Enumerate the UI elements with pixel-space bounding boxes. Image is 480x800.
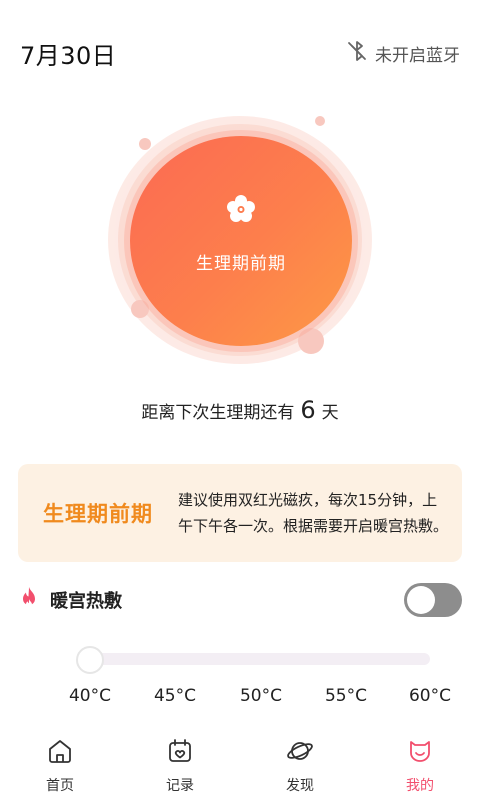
countdown-prefix: 距离下次生理期还有 <box>141 403 295 423</box>
advice-card-text: 建议使用双红光磁疚，每次15分钟，上午下午各一次。根据需要开启暖宫热敷。 <box>178 491 449 535</box>
decor-dot <box>315 116 325 126</box>
decor-dot <box>131 300 149 318</box>
advice-card: 生理期前期 建议使用双红光磁疚，每次15分钟，上午下午各一次。根据需要开启暖宫热… <box>18 464 462 562</box>
nav-label-home: 首页 <box>46 778 74 794</box>
advice-card-title: 生理期前期 <box>43 502 153 526</box>
planet-icon <box>286 737 314 769</box>
temperature-tick: 60°C <box>408 686 451 706</box>
temperature-tick: 40°C <box>68 686 111 706</box>
countdown-days: 6 <box>300 396 316 424</box>
countdown-suffix: 天 <box>321 403 339 423</box>
home-icon <box>46 737 74 769</box>
decor-dot <box>298 328 324 354</box>
flame-icon <box>18 586 40 614</box>
temperature-ticks: 40°C 45°C 50°C 55°C 60°C <box>0 686 480 710</box>
nav-item-profile[interactable]: 我的 <box>370 737 470 795</box>
profile-icon <box>406 737 434 769</box>
temperature-slider-track[interactable] <box>78 653 430 665</box>
nav-item-record[interactable]: 记录 <box>130 737 230 795</box>
nav-item-discover[interactable]: 发现 <box>250 737 350 795</box>
temperature-tick: 45°C <box>153 686 196 706</box>
bluetooth-off-icon <box>345 39 369 68</box>
app-screen: 7月30日 未开启蓝牙 生理期前期 距离下次生理期还有 6 天 生理期前期 建议… <box>0 0 480 800</box>
heat-label-group: 暖宫热敷 <box>18 586 122 614</box>
bluetooth-status-text: 未开启蓝牙 <box>375 45 460 66</box>
heat-toggle-knob <box>407 586 435 614</box>
heat-label: 暖宫热敷 <box>50 591 122 612</box>
bottom-nav: 首页 记录 发现 我的 <box>0 732 480 800</box>
cycle-phase-label: 生理期前期 <box>196 253 286 274</box>
bluetooth-status[interactable]: 未开启蓝牙 <box>345 39 460 68</box>
nav-label-discover: 发现 <box>286 778 314 794</box>
nav-label-record: 记录 <box>166 778 194 794</box>
heat-row: 暖宫热敷 <box>18 580 462 620</box>
temperature-slider-thumb[interactable] <box>76 646 104 674</box>
cycle-indicator: 生理期前期 <box>0 110 480 364</box>
header: 7月30日 未开启蓝牙 <box>0 3 480 103</box>
nav-label-profile: 我的 <box>406 778 434 794</box>
heat-toggle[interactable] <box>404 583 462 617</box>
cycle-phase-core[interactable]: 生理期前期 <box>130 136 352 346</box>
decor-dot <box>139 138 151 150</box>
flower-icon <box>223 194 259 249</box>
nav-item-home[interactable]: 首页 <box>10 737 110 795</box>
temperature-tick: 50°C <box>239 686 282 706</box>
calendar-icon <box>166 737 194 769</box>
current-date: 7月30日 <box>20 41 117 70</box>
next-period-countdown: 距离下次生理期还有 6 天 <box>0 396 480 424</box>
temperature-tick: 55°C <box>324 686 367 706</box>
